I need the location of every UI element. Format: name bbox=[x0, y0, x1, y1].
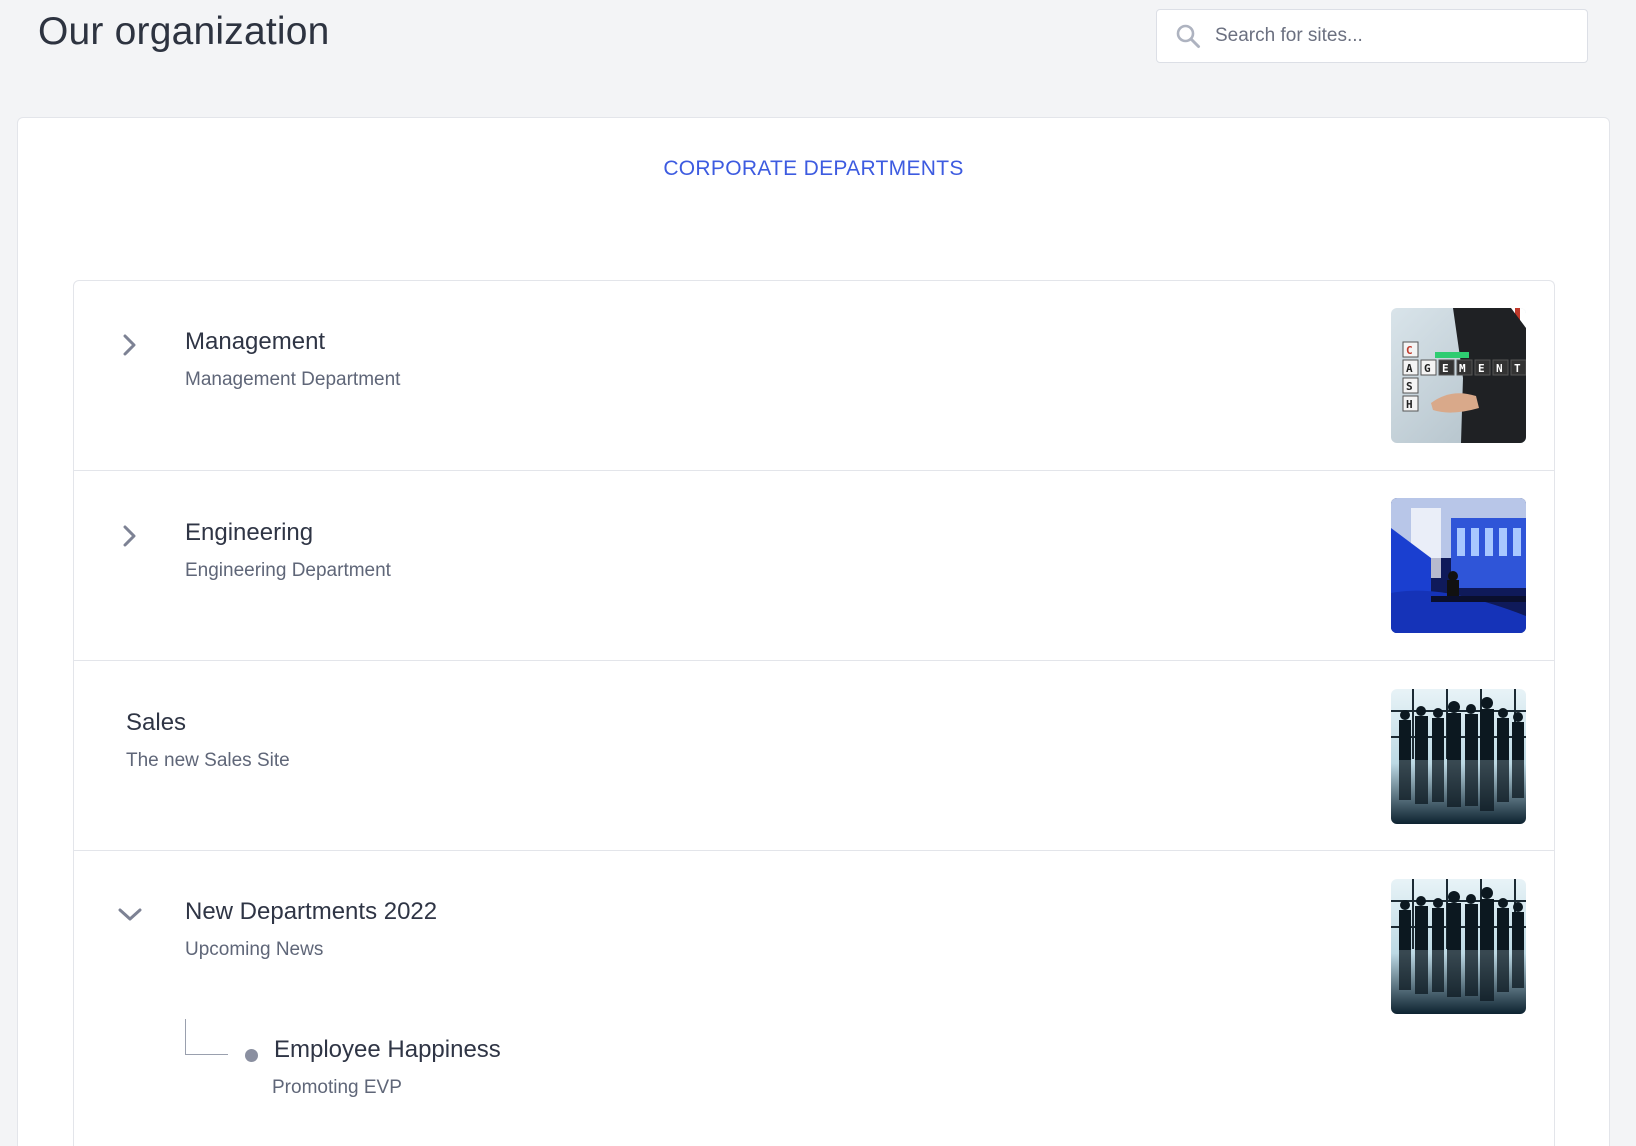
svg-text:A: A bbox=[1406, 362, 1413, 375]
svg-text:M: M bbox=[1459, 362, 1466, 375]
department-subtitle: Upcoming News bbox=[185, 939, 324, 960]
child-title[interactable]: Employee Happiness bbox=[274, 1036, 501, 1064]
chevron-right-icon[interactable] bbox=[116, 331, 144, 359]
svg-text:G: G bbox=[1424, 362, 1431, 375]
svg-text:T: T bbox=[1514, 362, 1521, 375]
department-subtitle: Engineering Department bbox=[185, 560, 391, 581]
department-title[interactable]: Management bbox=[185, 328, 325, 356]
chevron-right-icon[interactable] bbox=[116, 522, 144, 550]
list-item-sales[interactable]: Sales The new Sales Site bbox=[74, 661, 1554, 851]
department-title[interactable]: Sales bbox=[126, 709, 186, 737]
management-thumbnail: C A G E M E N T S H bbox=[1391, 308, 1526, 443]
section-heading: CORPORATE DEPARTMENTS bbox=[663, 157, 964, 180]
departments-card: CORPORATE DEPARTMENTS Management Managem… bbox=[17, 117, 1610, 1146]
tree-connector bbox=[185, 1019, 228, 1055]
list-item-engineering[interactable]: Engineering Engineering Department bbox=[74, 471, 1554, 661]
svg-text:S: S bbox=[1406, 380, 1413, 393]
department-subtitle: Management Department bbox=[185, 369, 401, 390]
child-subtitle: Promoting EVP bbox=[272, 1077, 402, 1098]
svg-text:N: N bbox=[1496, 362, 1503, 375]
department-list: Management Management Department C A G E… bbox=[73, 280, 1555, 1146]
search-input[interactable] bbox=[1213, 16, 1573, 56]
svg-text:E: E bbox=[1442, 362, 1449, 375]
svg-text:E: E bbox=[1478, 362, 1485, 375]
svg-text:C: C bbox=[1406, 344, 1413, 357]
team-silhouette-thumbnail bbox=[1391, 689, 1526, 824]
page-title: Our organization bbox=[38, 10, 330, 53]
search-box[interactable] bbox=[1156, 9, 1588, 63]
search-icon bbox=[1173, 21, 1203, 51]
engineering-thumbnail bbox=[1391, 498, 1526, 633]
page: Our organization CORPORATE DEPARTMENTS M… bbox=[0, 0, 1636, 1146]
chevron-down-icon[interactable] bbox=[116, 901, 144, 929]
bullet-icon bbox=[245, 1049, 258, 1062]
svg-text:H: H bbox=[1406, 398, 1413, 411]
department-title[interactable]: Engineering bbox=[185, 519, 313, 547]
list-item-management[interactable]: Management Management Department C A G E… bbox=[74, 281, 1554, 471]
department-title[interactable]: New Departments 2022 bbox=[185, 898, 437, 926]
department-subtitle: The new Sales Site bbox=[126, 750, 290, 771]
team-silhouette-thumbnail bbox=[1391, 879, 1526, 1014]
list-item-new-departments-2022[interactable]: New Departments 2022 Upcoming News Emplo… bbox=[74, 851, 1554, 1146]
